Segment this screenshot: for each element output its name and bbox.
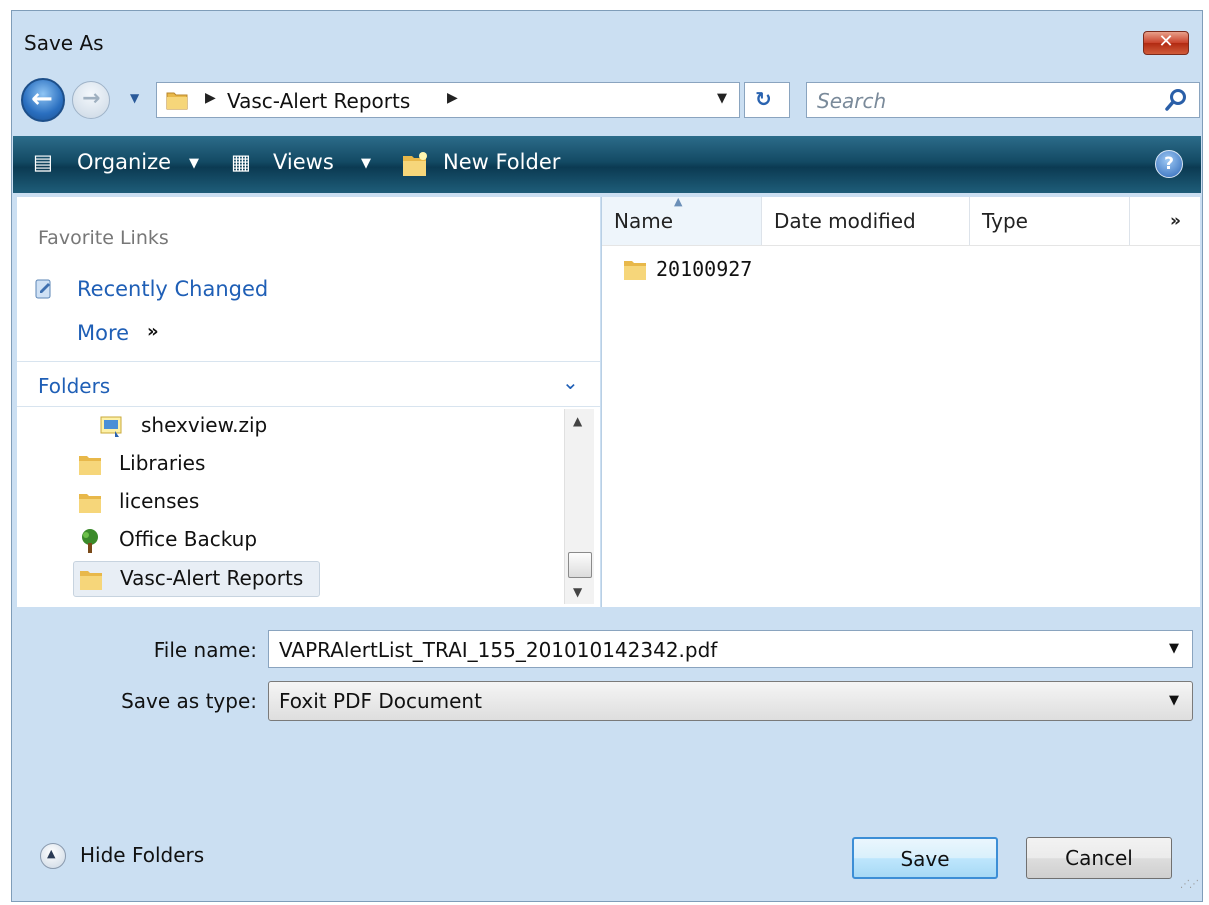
tree-item-label: licenses (119, 489, 200, 513)
recently-changed-icon (35, 279, 51, 299)
new-folder-button[interactable]: New Folder (443, 150, 560, 174)
views-dropdown-icon[interactable]: ▼ (361, 156, 371, 171)
recently-changed-link[interactable]: Recently Changed (77, 277, 268, 301)
search-placeholder: Search (817, 89, 887, 113)
views-icon: ▦ (231, 150, 251, 174)
file-list-pane: ▲ Name Date modified Type » 20100927 (601, 195, 1200, 607)
refresh-icon: ↻ (755, 87, 772, 111)
forward-arrow-icon: → (82, 86, 101, 111)
recent-pages-dropdown[interactable]: ▼ (130, 91, 146, 105)
search-input[interactable]: Search (806, 82, 1200, 118)
file-name-dropdown-icon[interactable]: ▼ (1169, 641, 1179, 656)
organize-button[interactable]: Organize (77, 150, 171, 174)
tree-item-libraries[interactable]: Libraries (77, 447, 327, 483)
file-name-label: File name: (153, 638, 257, 662)
tree-item-licenses[interactable]: licenses (77, 485, 327, 521)
list-item-name: 20100927 (656, 257, 753, 281)
command-toolbar: ▤ Organize ▼ ▦ Views ▼ New Folder ? (13, 136, 1201, 193)
organize-dropdown-icon[interactable]: ▼ (189, 156, 199, 171)
sort-ascending-icon: ▲ (674, 195, 683, 208)
organize-icon: ▤ (33, 150, 53, 174)
save-as-type-dropdown-icon[interactable]: ▼ (1169, 693, 1179, 708)
tree-item-label: Libraries (119, 451, 206, 475)
save-as-dialog: Save As ✕ ← → ▼ ▶ Vasc-Alert Reports ▶ ▼… (11, 10, 1203, 902)
tree-icon (82, 529, 98, 553)
address-bar[interactable]: ▶ Vasc-Alert Reports ▶ ▼ (156, 82, 740, 118)
list-item[interactable]: 20100927 (622, 255, 772, 285)
scroll-up-icon[interactable]: ▲ (573, 414, 582, 428)
breadcrumb-chevron-icon[interactable]: ▶ (205, 90, 216, 106)
folder-icon (624, 261, 646, 280)
tree-item-label: Vasc-Alert Reports (120, 566, 304, 590)
tree-item-label: Office Backup (119, 527, 258, 551)
more-columns-icon: » (1170, 211, 1181, 231)
navigation-pane: Favorite Links Recently Changed More » F… (17, 197, 600, 607)
zip-file-icon (100, 416, 122, 437)
address-dropdown-icon[interactable]: ▼ (717, 91, 727, 106)
file-name-field[interactable]: VAPRAlertList_TRAI_155_201010142342.pdf … (268, 630, 1193, 668)
close-button[interactable]: ✕ (1143, 31, 1189, 55)
tree-item-label: shexview.zip (141, 413, 268, 437)
column-header-label: Date modified (774, 209, 916, 233)
breadcrumb-chevron-icon[interactable]: ▶ (447, 90, 458, 106)
chevron-up-icon: ▲ (47, 847, 56, 860)
folders-header[interactable]: Folders ⌄ (17, 361, 600, 407)
more-chevron-icon[interactable]: » (147, 321, 159, 342)
scrollbar-thumb[interactable] (568, 552, 592, 578)
refresh-button[interactable]: ↻ (744, 82, 790, 118)
cancel-button[interactable]: Cancel (1026, 837, 1172, 879)
resize-grip-icon[interactable]: ⋰⋰ (1180, 879, 1199, 890)
search-icon[interactable] (1163, 87, 1189, 113)
views-button[interactable]: Views (273, 150, 334, 174)
column-header-name[interactable]: ▲ Name (602, 195, 762, 245)
tree-item-office-backup[interactable]: Office Backup (77, 523, 327, 559)
column-header-row: ▲ Name Date modified Type » (602, 195, 1200, 246)
save-as-type-select[interactable]: Foxit PDF Document ▼ (268, 681, 1193, 721)
window-title: Save As (24, 31, 104, 55)
back-button[interactable]: ← (21, 78, 65, 122)
save-button[interactable]: Save (852, 837, 998, 879)
chevron-down-icon[interactable]: ⌄ (562, 370, 579, 394)
hide-folders-button[interactable]: ▲ (40, 843, 66, 869)
forward-button[interactable]: → (72, 81, 110, 119)
folder-icon (166, 92, 188, 110)
save-as-type-value: Foxit PDF Document (279, 689, 482, 713)
column-header-label: Name (614, 209, 674, 233)
folder-icon (80, 571, 102, 590)
column-header-label: Type (982, 209, 1028, 233)
column-header-type[interactable]: Type (970, 197, 1130, 245)
more-columns-button[interactable]: » (1130, 197, 1200, 245)
hide-folders-label[interactable]: Hide Folders (80, 843, 204, 867)
favorite-links-heading: Favorite Links (38, 227, 169, 249)
breadcrumb-current[interactable]: Vasc-Alert Reports (227, 89, 410, 113)
title-bar: Save As ✕ (12, 11, 1202, 71)
close-icon: ✕ (1158, 31, 1174, 52)
folders-scrollbar[interactable]: ▲ ▼ (564, 409, 594, 604)
scroll-down-icon[interactable]: ▼ (573, 585, 582, 599)
new-folder-icon (403, 152, 427, 176)
folder-icon (79, 494, 101, 513)
back-arrow-icon: ← (31, 84, 53, 114)
help-button[interactable]: ? (1155, 150, 1183, 178)
tree-item-vasc-alert-reports[interactable]: Vasc-Alert Reports (73, 561, 320, 597)
tree-item-shexview-zip[interactable]: shexview.zip (99, 409, 349, 445)
more-link[interactable]: More (77, 321, 129, 345)
save-as-type-label: Save as type: (121, 689, 257, 713)
folder-icon (79, 456, 101, 475)
folders-label: Folders (38, 374, 111, 398)
column-header-date-modified[interactable]: Date modified (762, 197, 970, 245)
file-name-value[interactable]: VAPRAlertList_TRAI_155_201010142342.pdf (279, 638, 717, 662)
